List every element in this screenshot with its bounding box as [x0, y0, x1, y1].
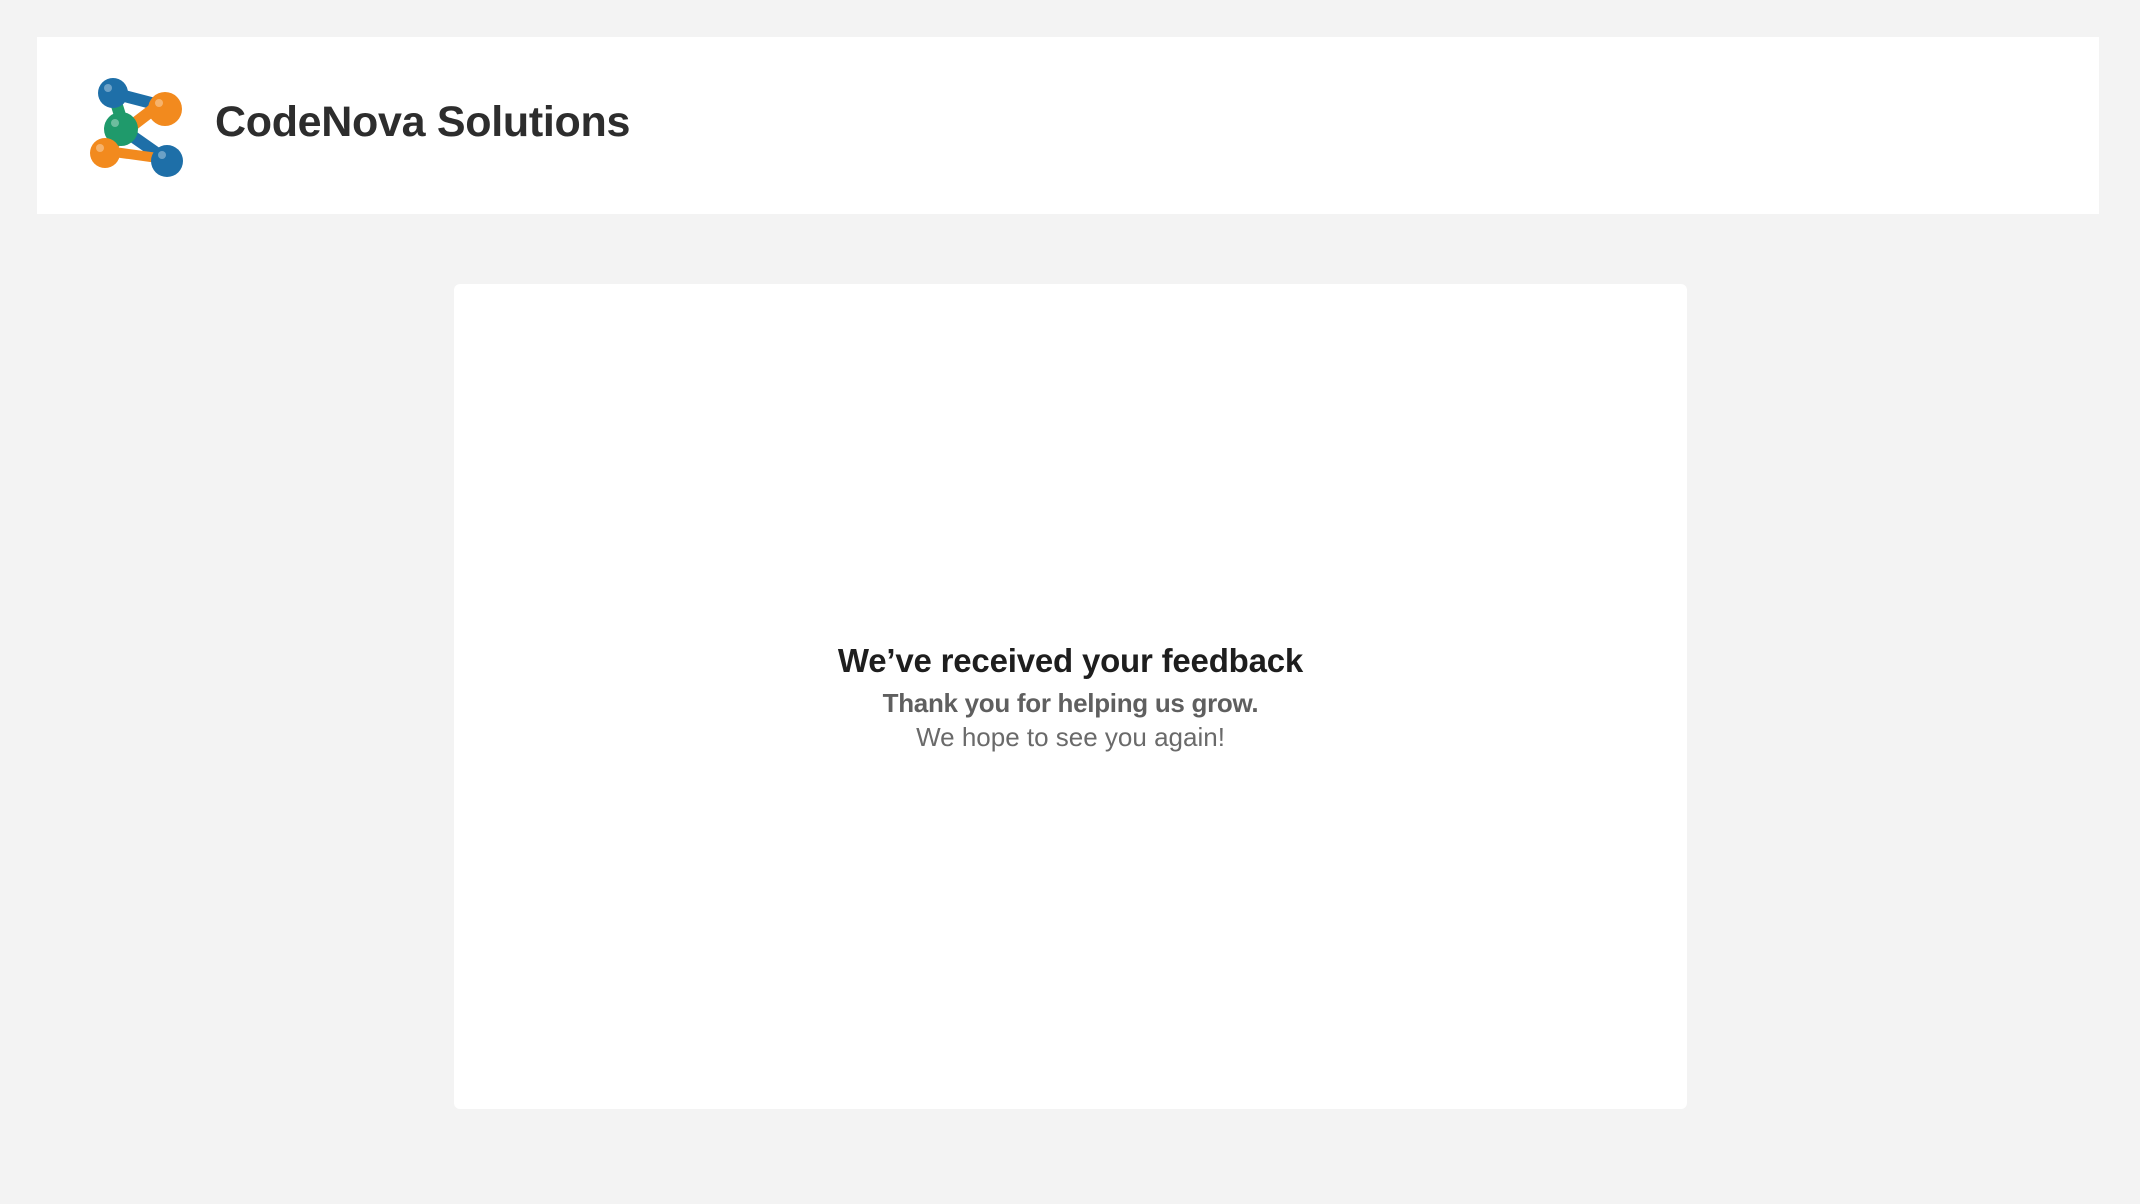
confirmation-title: We’ve received your feedback — [837, 642, 1304, 679]
feedback-confirmation-card: We’ve received your feedback Thank you f… — [454, 284, 1687, 1109]
molecule-logo-icon — [85, 71, 193, 179]
confirmation-message: We’ve received your feedback Thank you f… — [454, 640, 1687, 755]
site-header: CodeNova Solutions — [37, 37, 2099, 214]
brand-name: CodeNova Solutions — [215, 98, 631, 146]
confirmation-subtitle: Thank you for helping us grow. — [882, 688, 1259, 719]
confirmation-note: We hope to see you again! — [916, 722, 1225, 753]
